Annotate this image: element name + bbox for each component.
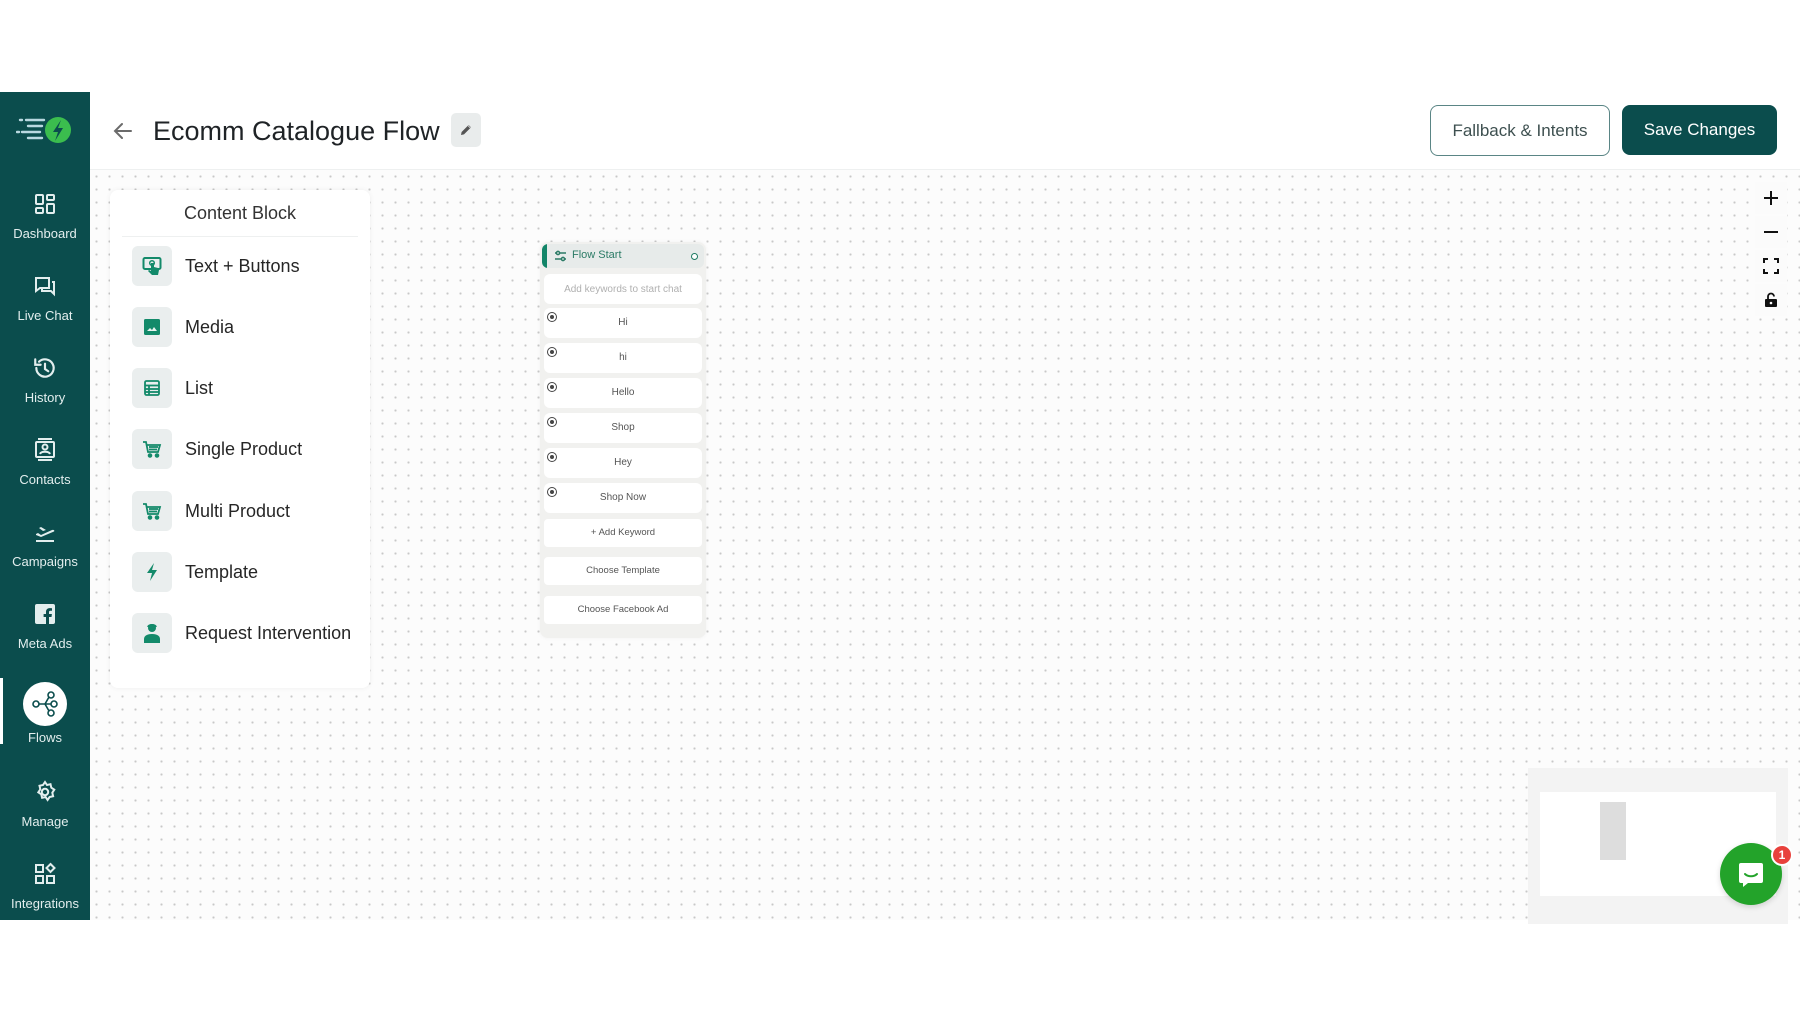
sidebar-item-label: Contacts	[19, 472, 71, 487]
keyword-text: hi	[619, 352, 627, 363]
content-block-panel: Content Block Text + Buttons Media List …	[110, 190, 370, 688]
cart-icon	[132, 491, 172, 531]
sidebar-item-integrations[interactable]: Integrations	[0, 854, 90, 930]
plane-takeoff-icon	[31, 518, 59, 546]
keyword-text: Hi	[618, 317, 628, 328]
keyword-text: Hey	[614, 457, 632, 468]
sidebar-item-label: Campaigns	[12, 554, 78, 569]
dashboard-grid-icon	[31, 190, 59, 218]
arrow-left-icon	[113, 123, 132, 139]
sidebar-item-dashboard[interactable]: Dashboard	[0, 184, 90, 260]
block-multi-product[interactable]: Multi Product	[132, 491, 368, 531]
list-table-icon	[132, 368, 172, 408]
app-logo[interactable]	[15, 112, 74, 148]
block-label: Request Intervention	[185, 622, 352, 643]
block-media[interactable]: Media	[132, 307, 368, 347]
minimap-node	[1600, 802, 1626, 860]
facebook-icon	[31, 600, 59, 628]
contact-card-icon	[31, 436, 59, 464]
sidebar-item-label: Manage	[21, 814, 69, 829]
keyword-text: Shop Now	[599, 492, 647, 503]
agent-person-icon	[132, 613, 172, 653]
minus-icon	[1764, 231, 1778, 233]
flow-start-node[interactable]: Flow Start Hi hi Hello Shop	[540, 242, 706, 638]
keyword-chip: hi	[544, 343, 702, 373]
sidebar-item-flows[interactable]: Flows	[0, 678, 90, 758]
zoom-out-button[interactable]	[1755, 216, 1787, 248]
plus-icon	[1764, 191, 1778, 205]
block-label: Template	[185, 561, 259, 582]
sidebar-item-label: Meta Ads	[17, 636, 73, 651]
zoom-in-button[interactable]	[1755, 182, 1787, 214]
sidebar-item-live-chat[interactable]: Live Chat	[0, 266, 90, 342]
canvas-controls	[1755, 182, 1787, 318]
history-clock-icon	[31, 354, 59, 382]
choose-facebook-ad-button[interactable]: Choose Facebook Ad	[544, 596, 702, 624]
flow-network-icon	[23, 682, 67, 726]
block-text-buttons[interactable]: Text + Buttons	[132, 246, 368, 286]
app-window: Dashboard Live Chat History Contacts Cam…	[0, 92, 1800, 924]
block-template[interactable]: Template	[132, 552, 368, 592]
keyword-text: Hello	[611, 387, 635, 398]
keyword-text: Shop	[611, 422, 635, 433]
divider	[122, 236, 358, 237]
sidebar-item-label: Flows	[28, 730, 62, 745]
block-single-product[interactable]: Single Product	[132, 429, 368, 469]
save-changes-button[interactable]: Save Changes	[1622, 105, 1777, 155]
image-icon	[132, 307, 172, 347]
sidebar-item-contacts[interactable]: Contacts	[0, 430, 90, 506]
lock-button[interactable]	[1755, 284, 1787, 316]
keyword-chip: Shop	[544, 413, 702, 443]
pencil-icon	[461, 125, 471, 135]
block-request-intervention[interactable]: Request Intervention	[132, 613, 368, 653]
node-title: Flow Start	[572, 249, 622, 261]
choose-template-button[interactable]: Choose Template	[544, 557, 702, 585]
block-label: Multi Product	[185, 500, 291, 521]
chat-widget-icon	[1739, 863, 1763, 887]
lightning-icon	[132, 552, 172, 592]
fit-view-button[interactable]	[1755, 250, 1787, 282]
sidebar-item-meta-ads[interactable]: Meta Ads	[0, 594, 90, 670]
edit-title-button[interactable]	[451, 113, 481, 147]
add-keyword-button[interactable]: + Add Keyword	[544, 519, 702, 547]
keyword-chip: Shop Now	[544, 483, 702, 513]
block-label: Single Product	[185, 438, 303, 459]
notification-badge: 1	[1771, 844, 1793, 866]
chat-bubbles-icon	[31, 272, 59, 300]
sidebar-item-label: Dashboard	[13, 226, 77, 241]
panel-title: Content Block	[183, 203, 297, 223]
block-label: Media	[185, 316, 235, 337]
logo-icon	[15, 117, 71, 143]
sidebar-item-history[interactable]: History	[0, 348, 90, 424]
keyword-chip: Hey	[544, 448, 702, 478]
back-button[interactable]	[108, 116, 138, 146]
sidebar: Dashboard Live Chat History Contacts Cam…	[0, 92, 90, 920]
block-list[interactable]: List	[132, 368, 368, 408]
flow-switch-icon	[554, 249, 567, 267]
fit-view-icon	[1763, 258, 1779, 274]
cart-icon	[132, 429, 172, 469]
sidebar-item-manage[interactable]: Manage	[0, 772, 90, 848]
fallback-intents-button[interactable]: Fallback & Intents	[1430, 105, 1610, 156]
output-handle[interactable]	[691, 253, 698, 260]
node-header[interactable]: Flow Start	[542, 244, 704, 268]
lock-icon	[1765, 292, 1777, 307]
page-title: Ecomm Catalogue Flow	[153, 116, 440, 146]
sidebar-item-label: Integrations	[11, 896, 79, 911]
keyword-chip: Hello	[544, 378, 702, 408]
flow-canvas[interactable]: Content Block Text + Buttons Media List …	[90, 170, 1800, 924]
touch-screen-icon	[132, 246, 172, 286]
sidebar-item-campaigns[interactable]: Campaigns	[0, 512, 90, 588]
page-header: Ecomm Catalogue Flow Fallback & Intents …	[90, 92, 1800, 170]
block-label: List	[185, 377, 214, 398]
block-label: Text + Buttons	[185, 255, 300, 276]
keyword-chip: Hi	[544, 308, 702, 338]
gear-icon	[31, 778, 59, 806]
integrations-grid-icon	[31, 860, 59, 888]
keyword-input[interactable]	[544, 274, 702, 304]
sidebar-item-label: Live Chat	[17, 308, 73, 323]
sidebar-item-label: History	[24, 390, 66, 405]
